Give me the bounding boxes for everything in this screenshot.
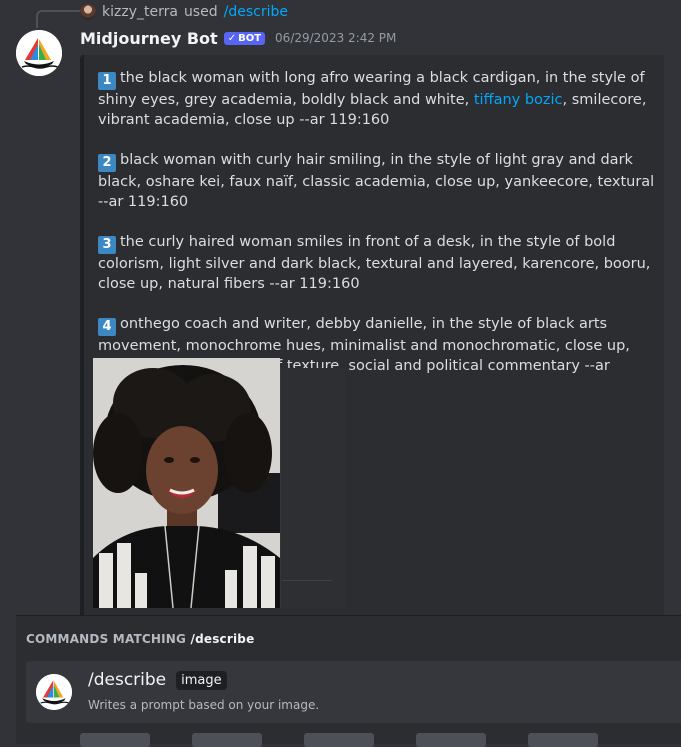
command-name-row: /describe image [88,670,227,690]
message-header: Midjourney Bot ✓ BOT 06/29/2023 2:42 PM [80,27,396,49]
reply-connector [36,10,80,28]
reply-reference[interactable]: kizzy_terra used /describe [80,2,288,22]
portrait-photo [93,358,280,608]
description-item: 1 the black woman with long afro wearing … [98,68,658,130]
command-description: Writes a prompt based on your image. [88,698,320,712]
command-option-describe[interactable]: /describe image Writes a prompt based on… [26,661,681,723]
bottom-button-row [80,733,598,747]
verified-check-icon: ✓ [227,32,237,44]
action-button[interactable] [80,733,150,747]
action-button[interactable] [416,733,486,747]
number-3-icon: 3 [98,236,116,254]
reply-user-avatar[interactable] [80,4,96,20]
autocomplete-title: COMMANDS MATCHING /describe [26,632,254,646]
command-param: image [176,670,227,690]
bot-avatar[interactable] [16,30,62,76]
image-backdrop [280,368,345,608]
command-autocomplete: COMMANDS MATCHING /describe /describe im… [16,615,681,744]
autocomplete-title-query: /describe [190,632,255,646]
action-button[interactable] [192,733,262,747]
number-4-icon: 4 [98,318,116,336]
portrait-image[interactable] [93,358,280,608]
bot-badge-label: BOT [238,32,262,44]
description-item: 3 the curly haired woman smiles in front … [98,232,658,294]
message-timestamp[interactable]: 06/29/2023 2:42 PM [275,31,396,45]
reply-used-text: used [183,4,218,20]
reply-command[interactable]: /describe [224,4,288,20]
description-text: black woman with curly hair smiling, in … [98,152,655,210]
command-bot-avatar [36,674,72,710]
reply-username[interactable]: kizzy_terra [102,4,178,20]
number-1-icon: 1 [98,72,116,90]
midjourney-logo-icon [36,674,72,710]
autocomplete-title-prefix: COMMANDS MATCHING [26,632,187,646]
bot-username[interactable]: Midjourney Bot [80,29,218,48]
description-text: the curly haired woman smiles in front o… [98,234,651,292]
action-button[interactable] [528,733,598,747]
command-name: /describe [88,670,167,690]
number-2-icon: 2 [98,154,116,172]
backdrop-divider [282,580,332,581]
description-item: 2 black woman with curly hair smiling, in… [98,150,658,212]
midjourney-logo-icon [16,30,62,76]
action-button[interactable] [304,733,374,747]
artist-link[interactable]: tiffany bozic [474,92,563,108]
bot-badge: ✓ BOT [223,31,266,45]
